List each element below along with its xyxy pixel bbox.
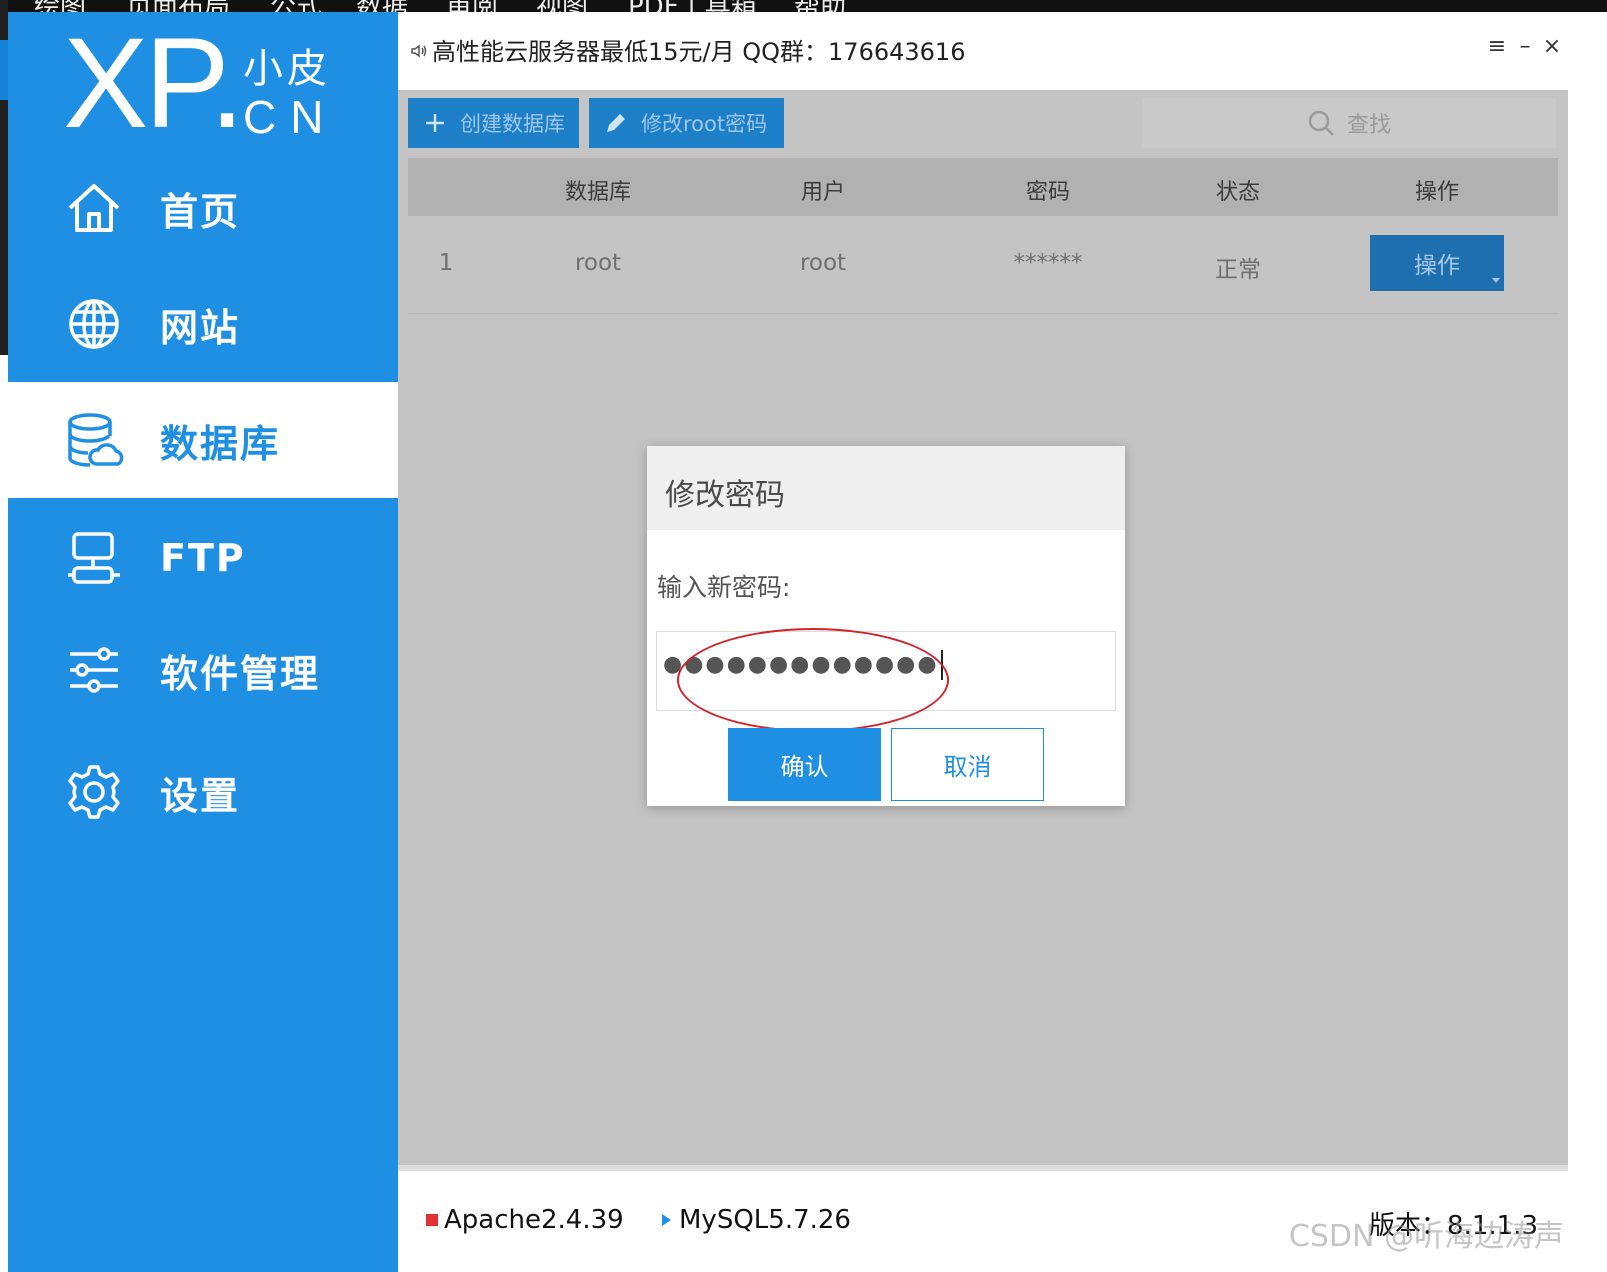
ftp-server-icon [64,528,124,588]
background-menu-item: 视图 [536,0,588,12]
sidebar-item-home[interactable]: 首页 [8,150,398,266]
search-input[interactable]: 查找 [1142,98,1556,148]
speaker-icon [410,42,428,60]
table-header: 数据库 用户 密码 状态 操作 [408,158,1558,216]
apache-label: Apache2.4.39 [444,1205,624,1235]
cell-user: root [799,250,847,276]
logo-cn-bottom: CN [243,91,338,143]
sidebar-item-ftp[interactable]: FTP [8,500,398,616]
new-password-input[interactable]: ●●●●●●●●●●●●● [656,628,1116,732]
announcement-link[interactable]: 高性能云服务器最低15元/月 QQ群：176643616 [432,32,965,67]
change-root-password-button[interactable]: 修改root密码 [589,98,784,148]
apache-status[interactable]: Apache2.4.39 [426,1205,624,1235]
row-action-label: 操作 [1414,253,1460,279]
change-password-dialog: 修改密码 输入新密码: ●●●●●●●●●●●●● 确认 取消 [647,446,1125,806]
background-blue-panel [0,40,8,100]
background-menu-item: 数据 [356,0,408,12]
mysql-label: MySQL5.7.26 [679,1205,851,1235]
background-app-edge [0,0,8,1272]
sidebar-item-website[interactable]: 网站 [8,266,398,382]
cell-database: root [574,250,622,276]
dialog-title: 修改密码 [665,478,785,513]
status-bar: Apache2.4.39 MySQL5.7.26 版本：8.1.1.3 CSDN… [398,1165,1568,1272]
gear-icon [64,762,124,822]
logo-xp: XP. [63,12,245,155]
column-header-password: 密码 [1025,180,1071,205]
background-menu-item: PDF工具箱 [628,0,757,12]
cancel-button[interactable]: 取消 [891,728,1044,801]
confirm-button[interactable]: 确认 [728,728,881,801]
sidebar: XP. 小皮 CN 首页 网站 数据库 FTP 软件管理 设置 [8,12,398,1272]
background-menu-item: 绘图 [34,0,86,12]
new-password-label: 输入新密码: [657,573,791,602]
red-highlight-annotation [677,628,949,732]
minimize-button[interactable]: – [1512,34,1538,59]
password-dots: ●●●●●●●●●●●●● [663,652,939,677]
row-index: 1 [438,250,454,276]
background-menu-item: 公式 [270,0,322,12]
column-header-database: 数据库 [564,180,632,205]
sidebar-item-label: 网站 [160,305,241,350]
cell-password: ****** [1013,250,1083,276]
sidebar-item-label: 软件管理 [160,651,321,696]
create-database-label: 创建数据库 [460,112,565,136]
background-menu-item: 审阅 [446,0,498,12]
create-database-button[interactable]: 创建数据库 [408,98,579,148]
sidebar-item-settings[interactable]: 设置 [8,734,398,850]
background-menu-item: 帮助 [794,0,846,12]
mysql-status[interactable]: MySQL5.7.26 [662,1205,851,1235]
table-row: 1 root root ****** 正常 操作 [408,216,1558,314]
column-header-user: 用户 [800,180,846,205]
dropdown-caret-icon [1492,278,1500,283]
password-value: ●●●●●●●●●●●●● [663,650,943,680]
screen: 绘图 页面布局 公式 数据 审阅 视图 PDF工具箱 帮助 XP. 小皮 CN … [0,0,1607,1272]
globe-icon [64,294,124,354]
home-icon [64,178,124,238]
logo-cn-top: 小皮 [243,46,331,92]
background-menu-item: 页面布局 [126,0,230,12]
cell-status: 正常 [1215,257,1261,283]
watermark: CSDN @听海边涛声 [1288,1219,1564,1254]
sliders-icon [64,640,124,700]
sidebar-item-software[interactable]: 软件管理 [8,612,398,728]
title-bar: 高性能云服务器最低15元/月 QQ群：176643616 ≡ – × [398,12,1568,90]
menu-button[interactable]: ≡ [1484,34,1510,59]
background-app-menubar: 绘图 页面布局 公式 数据 审阅 视图 PDF工具箱 帮助 [0,0,1607,12]
search-placeholder: 查找 [1346,113,1391,138]
app-logo: XP. 小皮 CN [63,20,363,150]
sidebar-item-label: 数据库 [160,421,281,466]
dialog-header: 修改密码 [647,446,1125,530]
change-root-password-label: 修改root密码 [641,112,768,136]
sidebar-item-label: FTP [160,536,246,580]
stopped-indicator-icon [426,1214,438,1226]
sidebar-item-label: 首页 [160,189,241,234]
plus-icon [422,110,448,136]
column-header-action: 操作 [1414,180,1460,205]
sidebar-item-label: 设置 [160,773,241,818]
search-icon [1308,110,1334,136]
sidebar-item-database[interactable]: 数据库 [8,382,398,498]
pencil-icon [603,110,629,136]
row-action-dropdown-button[interactable]: 操作 [1370,235,1504,291]
column-header-status: 状态 [1215,180,1261,205]
text-cursor [940,650,943,680]
database-icon [64,410,124,470]
close-button[interactable]: × [1539,34,1565,59]
running-indicator-icon [662,1214,671,1226]
